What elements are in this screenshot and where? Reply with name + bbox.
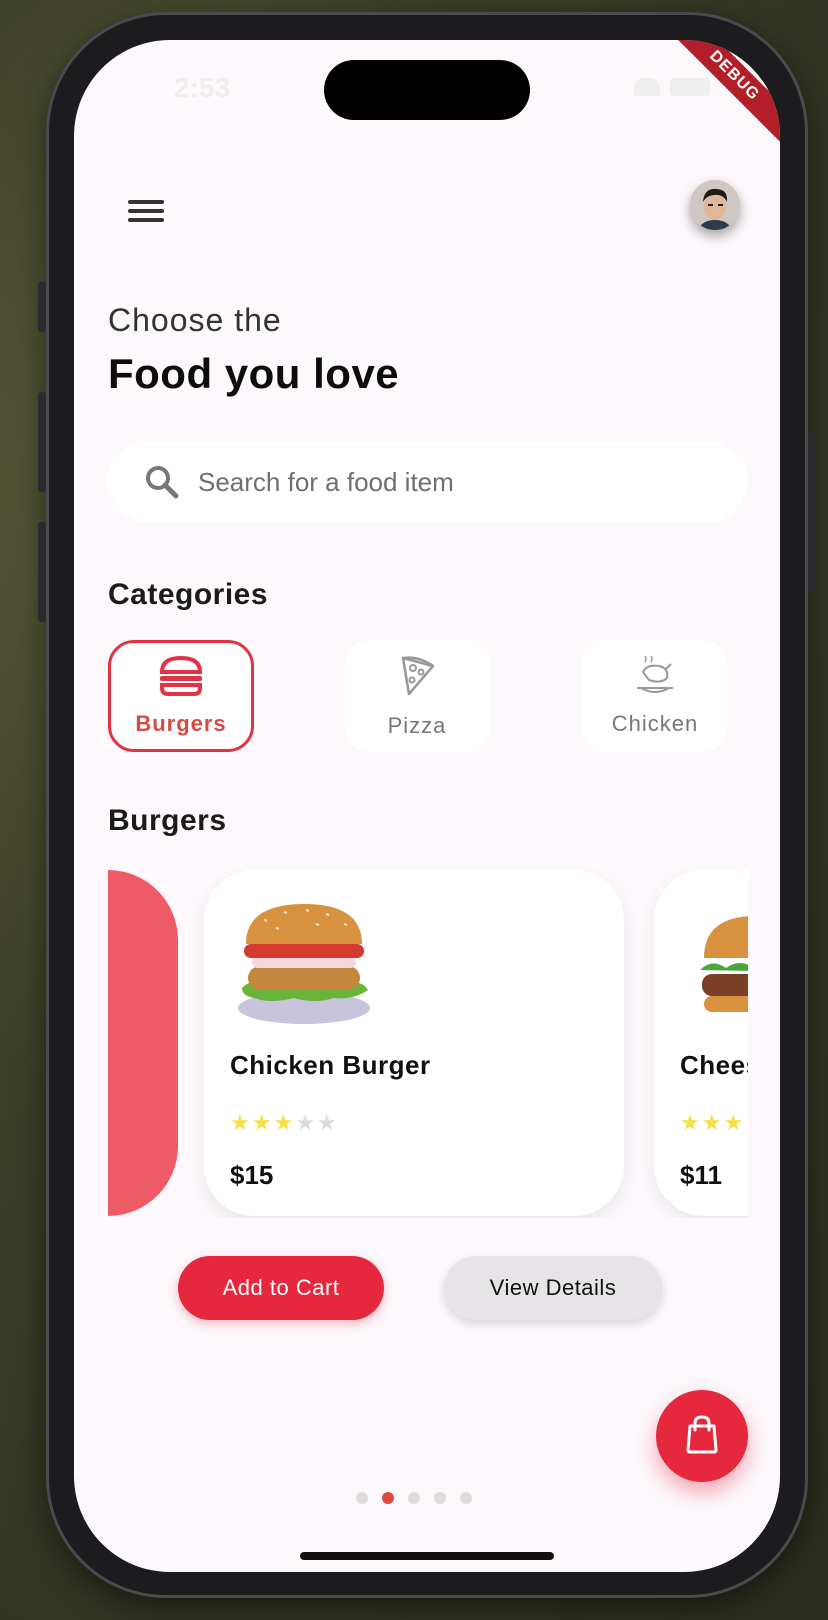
star-icon: ★ [701, 1110, 722, 1135]
volume-up-button [38, 392, 46, 492]
shopping-bag-icon [684, 1414, 720, 1459]
page-dot-active[interactable] [382, 1492, 394, 1504]
category-label: Chicken [611, 710, 699, 736]
product-name: Chees [680, 1050, 748, 1080]
status-time: 2:53 [174, 72, 231, 103]
category-burgers[interactable]: Burgers [108, 640, 254, 752]
volume-down-button [38, 522, 46, 622]
product-card[interactable]: Chicken Burger ★ ★ ★ ★ ★ $15 [204, 870, 624, 1216]
search-bar[interactable] [108, 442, 748, 522]
category-label: Burgers [135, 710, 227, 736]
burger-icon [158, 655, 204, 701]
star-icon: ★ [723, 1110, 744, 1135]
page-dot[interactable] [460, 1492, 472, 1504]
page-dot[interactable] [408, 1492, 420, 1504]
product-price: $11 [680, 1160, 722, 1190]
wifi-icon [634, 78, 660, 96]
power-button [808, 432, 816, 592]
category-pizza[interactable]: Pizza [344, 640, 490, 752]
search-icon [142, 462, 182, 502]
star-icon: ★ [745, 1110, 748, 1136]
view-details-button[interactable]: View Details [444, 1256, 662, 1320]
cart-button[interactable] [656, 1390, 748, 1482]
page-dot[interactable] [434, 1492, 446, 1504]
product-rating: ★ ★ ★ ★ ★ [230, 1110, 337, 1136]
chicken-burger-image [234, 900, 374, 1031]
star-icon: ★ [316, 1110, 337, 1135]
chicken-icon [633, 654, 677, 701]
menu-icon[interactable] [126, 194, 166, 228]
category-label: Pizza [387, 712, 447, 738]
page-dot[interactable] [356, 1492, 368, 1504]
category-chicken[interactable]: Chicken [582, 640, 728, 752]
app-screen: 2:53 DEBUG Choose the Food you love Cate… [74, 40, 780, 1572]
product-carousel[interactable]: Chicken Burger ★ ★ ★ ★ ★ $15 Chees [108, 870, 748, 1218]
search-input[interactable] [198, 466, 698, 498]
mute-switch [38, 282, 46, 332]
categories-title: Categories [108, 578, 269, 611]
page-subtitle: Choose the [108, 302, 282, 338]
product-price: $15 [230, 1160, 274, 1190]
battery-icon [670, 78, 710, 96]
page-indicator [356, 1492, 472, 1504]
star-icon: ★ [680, 1110, 700, 1135]
cheese-burger-image [690, 900, 748, 1025]
star-icon: ★ [273, 1110, 294, 1135]
product-rating: ★ ★ ★ ★ ★ [680, 1110, 748, 1136]
star-icon: ★ [251, 1110, 272, 1135]
product-card[interactable]: Chees ★ ★ ★ ★ ★ $11 [654, 870, 748, 1216]
pizza-icon [397, 654, 437, 703]
page-title: Food you love [108, 350, 400, 397]
products-title: Burgers [108, 804, 227, 837]
product-name: Chicken Burger [230, 1050, 431, 1080]
previous-product-card[interactable] [108, 870, 178, 1216]
star-icon: ★ [230, 1110, 250, 1135]
home-indicator[interactable] [300, 1552, 554, 1560]
star-icon: ★ [295, 1110, 315, 1135]
avatar[interactable] [690, 180, 740, 230]
dynamic-island [324, 60, 530, 120]
status-icons [634, 78, 710, 96]
add-to-cart-button[interactable]: Add to Cart [178, 1256, 384, 1320]
